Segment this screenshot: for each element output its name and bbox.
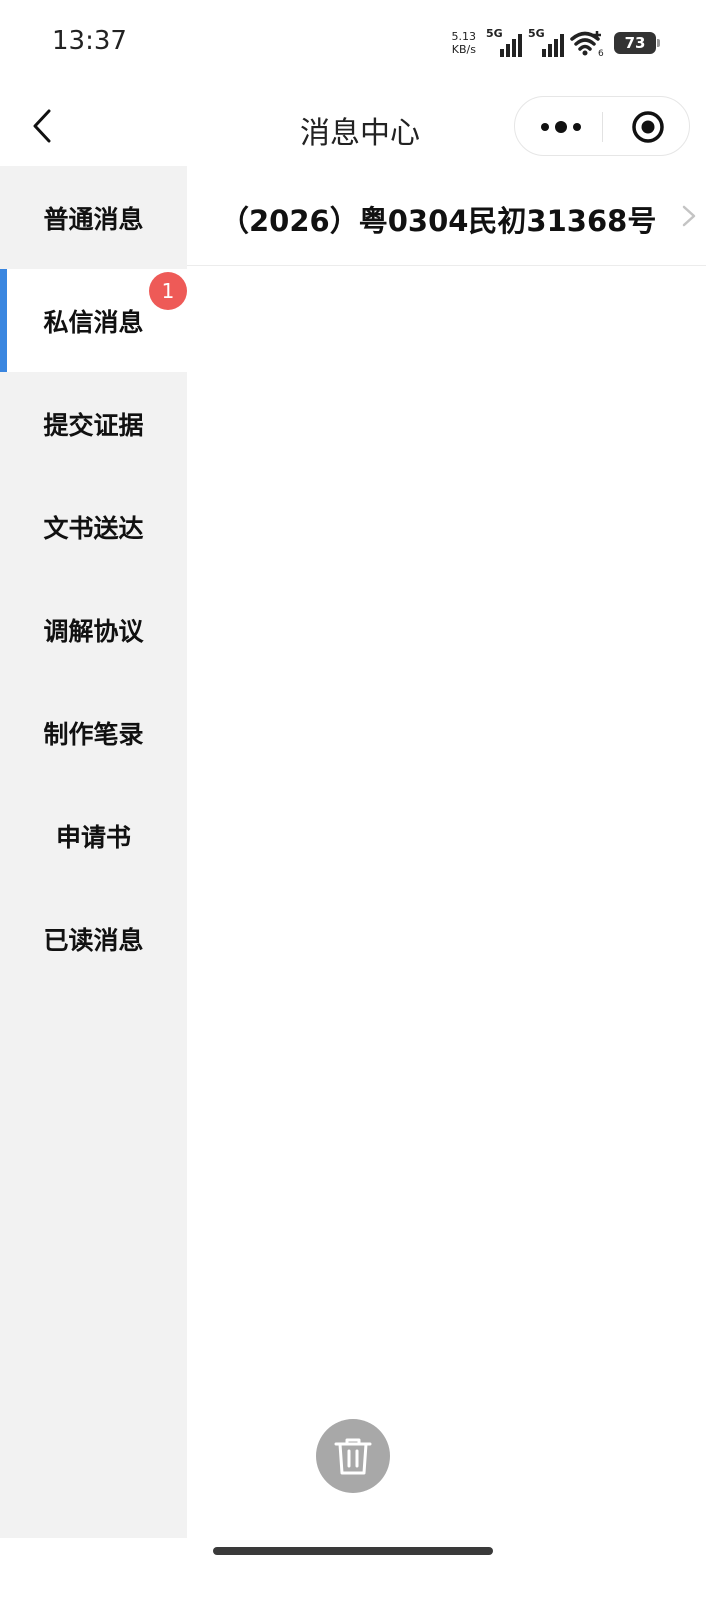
sidebar-item-application[interactable]: 申请书 (0, 784, 187, 887)
sidebar-item-label: 普通消息 (43, 204, 144, 234)
status-time: 13:37 (52, 26, 127, 56)
sidebar-item-submit-evidence[interactable]: 提交证据 (0, 372, 187, 475)
miniprogram-capsule (514, 96, 690, 156)
battery-level: 73 (624, 34, 646, 52)
sidebar-item-make-transcript[interactable]: 制作笔录 (0, 681, 187, 784)
network-speed: 5.13 KB/s (452, 30, 477, 56)
close-miniprogram-button[interactable] (631, 110, 665, 144)
wifi-badge: 6 (598, 49, 604, 57)
case-number: （2026）粤0304民初31368号 (220, 204, 657, 238)
sidebar-item-private-messages[interactable]: 私信消息 1 (0, 269, 187, 372)
sidebar-item-label: 提交证据 (43, 410, 144, 440)
trash-icon (334, 1438, 372, 1475)
category-sidebar: 普通消息 私信消息 1 提交证据 文书送达 调解协议 制作笔录 申请书 已读消息 (0, 166, 187, 1538)
target-close-icon (632, 111, 664, 143)
nav-bar: 消息中心 (0, 88, 720, 166)
network-speed-unit: KB/s (451, 43, 476, 56)
capsule-divider (602, 112, 603, 142)
unread-count-badge: 1 (149, 272, 187, 310)
more-button[interactable] (537, 113, 585, 141)
sidebar-item-general-messages[interactable]: 普通消息 (0, 166, 187, 269)
signal-sim2-icon: 5G (528, 27, 564, 57)
sidebar-item-label: 调解协议 (43, 616, 144, 646)
status-bar: 13:37 5.13 KB/s 5G 5G 6 73 (0, 0, 720, 88)
battery-icon: 73 (614, 32, 660, 54)
network-speed-value: 5.13 (451, 30, 477, 43)
delete-button[interactable] (316, 1419, 390, 1493)
sidebar-item-label: 文书送达 (43, 513, 144, 543)
sidebar-item-document-service[interactable]: 文书送达 (0, 475, 187, 578)
chevron-right-icon (682, 205, 696, 227)
home-indicator[interactable] (213, 1547, 493, 1555)
more-dots-icon (541, 123, 549, 131)
sidebar-item-label: 申请书 (55, 822, 131, 852)
status-icons: 5.13 KB/s 5G 5G 6 73 (452, 26, 660, 60)
sidebar-item-mediation-agreement[interactable]: 调解协议 (0, 578, 187, 681)
message-list-panel: （2026）粤0304民初31368号 (187, 166, 720, 1538)
sidebar-item-label: 已读消息 (43, 925, 144, 955)
sidebar-item-read-messages[interactable]: 已读消息 (0, 887, 187, 990)
signal-sim1-icon: 5G (486, 27, 522, 57)
sidebar-item-label: 私信消息 (43, 307, 144, 337)
sidebar-item-label: 制作笔录 (43, 719, 144, 749)
list-item-case[interactable]: （2026）粤0304民初31368号 (187, 166, 706, 266)
wifi-icon: 6 (570, 29, 604, 59)
